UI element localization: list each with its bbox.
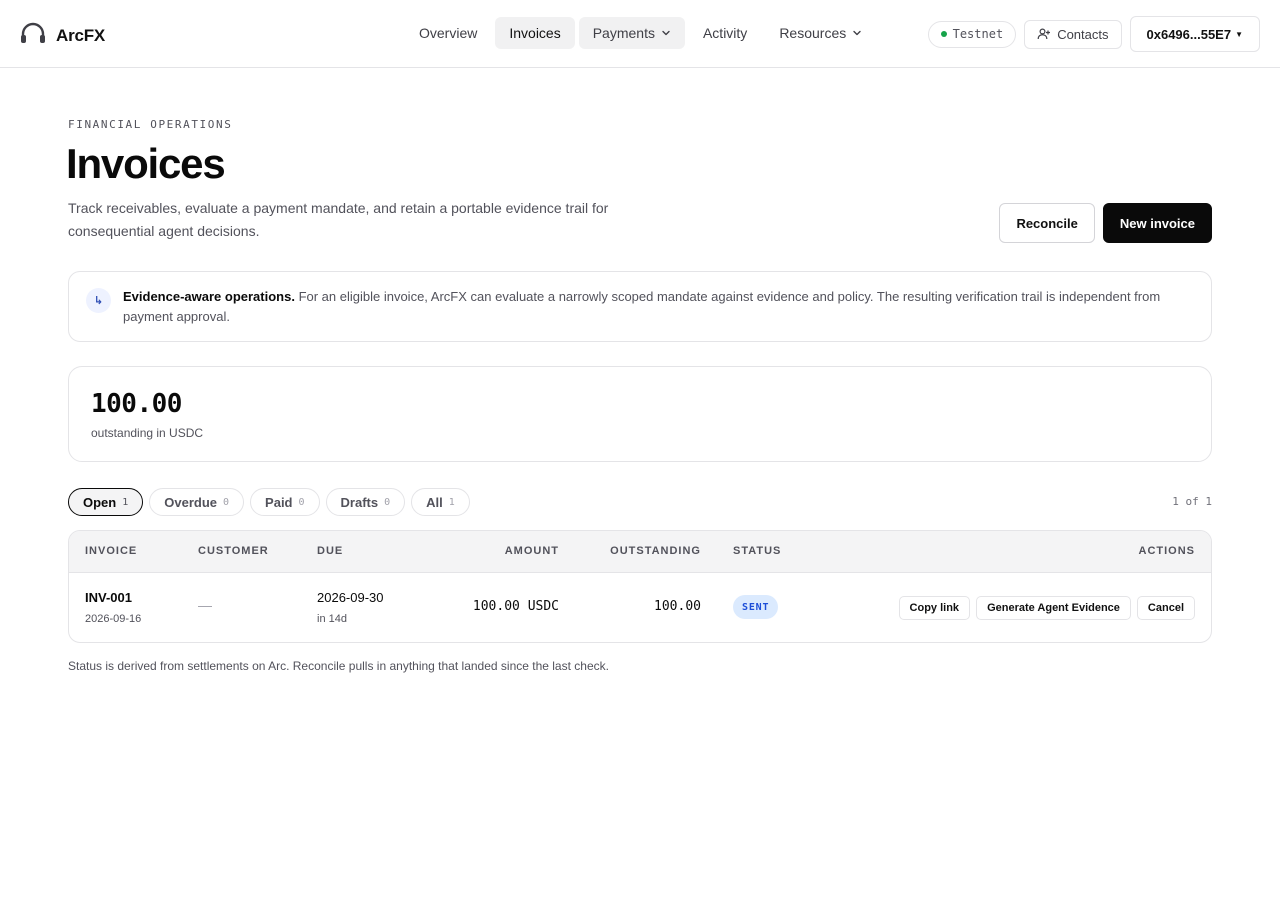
header-tools: Testnet Contacts 0x6496...55E7 ▼ [927, 16, 1260, 52]
nav-activity-label: Activity [702, 25, 748, 41]
invoice-created-date: 2026-09-16 [85, 613, 142, 625]
nav-invoices[interactable]: Invoices [495, 17, 575, 49]
callout-text: Evidence-aware operations. For an eligib… [123, 287, 1191, 327]
column-status: STATUS [733, 545, 782, 557]
filter-paid[interactable]: Paid 0 [250, 488, 320, 516]
status-badge: SENT [733, 595, 779, 619]
return-arrow-icon: ↳ [86, 288, 111, 313]
copy-link-button[interactable]: Copy link [898, 596, 971, 620]
filter-open[interactable]: Open 1 [68, 488, 144, 516]
filter-all-count: 1 [448, 496, 455, 508]
column-due: DUE [317, 545, 344, 557]
filter-all[interactable]: All 1 [411, 488, 470, 516]
due-date: 2026-09-30 [317, 590, 384, 605]
pagination-indicator: 1 of 1 [1172, 495, 1212, 508]
callout-title: Evidence-aware operations. [123, 289, 295, 304]
contacts-button[interactable]: Contacts [1024, 19, 1122, 49]
generate-agent-evidence-button[interactable]: Generate Agent Evidence [976, 596, 1131, 620]
row-actions: Copy link Generate Agent Evidence Cancel [898, 596, 1195, 620]
invoice-outstanding: 100.00 [654, 599, 701, 614]
invoices-table: INVOICE CUSTOMER DUE AMOUNT OUTSTANDING … [68, 530, 1212, 643]
nav-resources-label: Resources [779, 25, 847, 41]
nav-payments[interactable]: Payments [578, 17, 685, 49]
nav-overview-label: Overview [419, 25, 478, 41]
nav-overview[interactable]: Overview [405, 17, 491, 49]
filter-open-label: Open [83, 494, 117, 510]
filter-drafts[interactable]: Drafts 0 [325, 488, 406, 516]
outstanding-label: outstanding in USDC [91, 426, 204, 440]
page-title: Invoices [66, 140, 226, 187]
table-header: INVOICE CUSTOMER DUE AMOUNT OUTSTANDING … [69, 531, 1211, 573]
chevron-down-icon [853, 30, 861, 36]
network-label: Testnet [952, 27, 1004, 41]
network-badge[interactable]: Testnet [927, 20, 1017, 48]
brand[interactable]: ArcFX [20, 22, 105, 49]
filter-drafts-count: 0 [384, 496, 391, 508]
nav-resources[interactable]: Resources [765, 17, 876, 49]
table-row[interactable]: INV-001 2026-09-16 — 2026-09-30 in 14d 1… [69, 573, 1211, 642]
filter-paid-count: 0 [298, 496, 305, 508]
cancel-invoice-button[interactable]: Cancel [1136, 596, 1195, 620]
caret-down-icon: ▼ [1235, 29, 1243, 39]
main-nav: Overview Invoices Payments Activity Reso… [405, 17, 876, 49]
column-actions: ACTIONS [1138, 545, 1195, 557]
invoice-id[interactable]: INV-001 [85, 590, 132, 605]
invoice-amount: 100.00 USDC [472, 599, 559, 614]
contacts-label: Contacts [1057, 26, 1109, 42]
column-invoice: INVOICE [85, 545, 138, 557]
table-footnote: Status is derived from settlements on Ar… [68, 659, 609, 673]
evidence-callout: ↳ Evidence-aware operations. For an elig… [68, 271, 1212, 342]
filter-all-label: All [426, 494, 443, 510]
column-customer: CUSTOMER [198, 545, 269, 557]
network-status-dot-icon [940, 31, 947, 37]
filter-overdue[interactable]: Overdue 0 [149, 488, 245, 516]
page-eyebrow: FINANCIAL OPERATIONS [68, 118, 233, 131]
filter-paid-label: Paid [265, 494, 293, 510]
user-plus-icon [1037, 28, 1051, 40]
filter-drafts-label: Drafts [340, 494, 379, 510]
filter-overdue-label: Overdue [164, 494, 218, 510]
outstanding-summary-card: 100.00 outstanding in USDC [68, 366, 1212, 462]
nav-payments-label: Payments [592, 25, 655, 41]
status-filters: Open 1 Overdue 0 Paid 0 Drafts 0 All 1 [68, 488, 470, 516]
filter-open-count: 1 [122, 496, 129, 508]
due-relative: in 14d [317, 613, 347, 625]
headphones-logo-icon [20, 22, 46, 49]
outstanding-amount: 100.00 [91, 389, 182, 419]
reconcile-button[interactable]: Reconcile [999, 203, 1095, 243]
column-amount: AMOUNT [504, 545, 559, 557]
top-navigation-bar: ArcFX Overview Invoices Payments Activit… [0, 0, 1280, 68]
customer-name: — [198, 597, 212, 613]
new-invoice-button[interactable]: New invoice [1102, 203, 1212, 243]
chevron-down-icon [662, 30, 670, 36]
column-outstanding: OUTSTANDING [610, 545, 701, 557]
filter-overdue-count: 0 [223, 496, 230, 508]
nav-invoices-label: Invoices [509, 25, 561, 41]
page-actions: Reconcile New invoice [999, 203, 1212, 243]
nav-activity[interactable]: Activity [689, 17, 761, 49]
brand-name: ArcFX [56, 25, 106, 45]
wallet-button[interactable]: 0x6496...55E7 ▼ [1129, 16, 1260, 52]
page-description: Track receivables, evaluate a payment ma… [68, 200, 609, 239]
wallet-address: 0x6496...55E7 [1146, 26, 1232, 42]
